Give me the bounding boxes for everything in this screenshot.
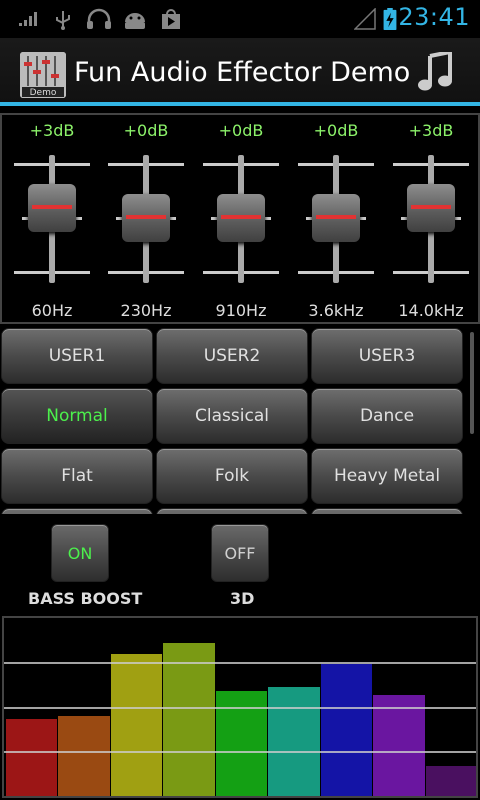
spectrum-visualizer <box>2 616 478 798</box>
status-time: 23:41 <box>398 3 470 31</box>
preset-grid: USER1 USER2 USER3 Normal Classical Dance… <box>0 326 480 514</box>
equalizer-panel: +3dB 60Hz +0dB 230Hz +0dB 910Hz +0dB 3.6… <box>0 113 480 324</box>
preset-button-folk[interactable]: Folk <box>156 448 308 504</box>
eq-band-freq: 910Hz <box>215 301 267 320</box>
eq-band-gain: +0dB <box>123 121 169 140</box>
spectrum-bar <box>268 687 320 796</box>
action-bar-divider <box>0 102 480 106</box>
preset-scrollbar[interactable] <box>470 332 474 434</box>
eq-band-freq: 3.6kHz <box>308 301 364 320</box>
effects-area: ON BASS BOOST OFF 3D <box>0 514 480 614</box>
visualizer-gridline <box>4 707 476 709</box>
battery-charging-icon <box>383 8 397 30</box>
visualizer-gridline <box>4 751 476 753</box>
eq-band-gain: +0dB <box>218 121 264 140</box>
eq-slider-knob[interactable] <box>28 184 76 233</box>
android-icon <box>125 13 145 29</box>
app-logo-icon: Demo <box>20 52 66 98</box>
no-signal-icon <box>354 8 376 30</box>
preset-button-classical[interactable]: Classical <box>156 388 308 444</box>
status-bar: 23:41 <box>0 0 480 38</box>
usb-icon <box>56 11 70 30</box>
preset-button-user2[interactable]: USER2 <box>156 328 308 384</box>
3d-toggle[interactable]: OFF <box>211 524 269 582</box>
preset-button-flat[interactable]: Flat <box>1 448 153 504</box>
bass-boost-toggle[interactable]: ON <box>51 524 109 582</box>
preset-button-dance[interactable]: Dance <box>311 388 463 444</box>
eq-band-freq: 60Hz <box>31 301 73 320</box>
music-note-icon[interactable] <box>418 52 454 92</box>
spectrum-bar <box>320 664 373 796</box>
play-store-icon <box>162 9 180 29</box>
eq-band-gain: +3dB <box>29 121 75 140</box>
app-title: Fun Audio Effector Demo <box>74 57 411 88</box>
preset-button-user3[interactable]: USER3 <box>311 328 463 384</box>
eq-band-gain: +0dB <box>313 121 359 140</box>
spectrum-bar <box>373 694 425 796</box>
eq-band-230hz[interactable]: +0dB 230Hz <box>108 115 184 326</box>
bass-boost-label: BASS BOOST <box>28 589 143 608</box>
preset-button-heavy-metal[interactable]: Heavy Metal <box>311 448 463 504</box>
eq-band-freq: 14.0kHz <box>398 301 464 320</box>
headphones-icon <box>87 8 111 29</box>
visualizer-gridline <box>4 662 476 664</box>
eq-band-60hz[interactable]: +3dB 60Hz <box>14 115 90 326</box>
spectrum-bar <box>58 715 110 796</box>
eq-band-14khz[interactable]: +3dB 14.0kHz <box>393 115 469 326</box>
eq-band-3-6khz[interactable]: +0dB 3.6kHz <box>298 115 374 326</box>
spectrum-bar <box>425 765 476 796</box>
spectrum-bar <box>110 653 163 796</box>
eq-slider-knob[interactable] <box>407 184 455 233</box>
spectrum-bar <box>163 642 215 796</box>
spectrum-bar <box>6 719 58 796</box>
app-icon-label: Demo <box>30 88 57 98</box>
eq-band-freq: 230Hz <box>120 301 172 320</box>
eq-slider-knob[interactable] <box>122 194 170 242</box>
3d-label: 3D <box>230 589 255 608</box>
signal-bars-icon <box>19 12 37 26</box>
eq-slider-knob[interactable] <box>217 194 265 242</box>
preset-button-user1[interactable]: USER1 <box>1 328 153 384</box>
eq-band-gain: +3dB <box>408 121 454 140</box>
preset-button-normal[interactable]: Normal <box>1 388 153 444</box>
eq-slider-knob[interactable] <box>312 194 360 242</box>
eq-band-910hz[interactable]: +0dB 910Hz <box>203 115 279 326</box>
